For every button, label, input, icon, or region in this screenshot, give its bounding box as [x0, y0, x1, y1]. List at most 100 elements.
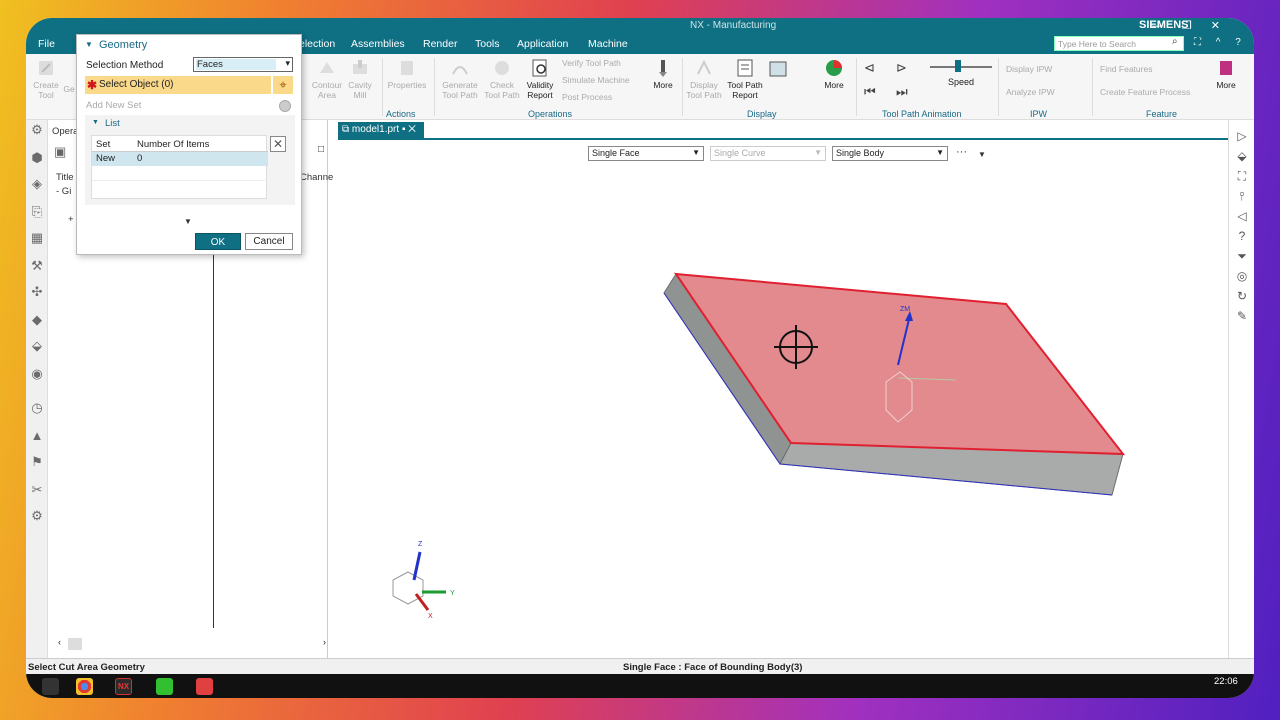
ribbon-options-icon[interactable]: ⛶ ^ ?: [1194, 37, 1247, 48]
window-controls[interactable]: — ❐ ✕: [1152, 19, 1228, 32]
generate-tool-path-button[interactable]: Generate Tool Path: [440, 58, 480, 100]
remove-set-button[interactable]: ✕: [270, 136, 286, 152]
list-title[interactable]: List: [105, 118, 120, 129]
speed-slider-handle[interactable]: [954, 60, 961, 72]
find-features-button[interactable]: Find Features: [1100, 64, 1152, 74]
navigator-root-row[interactable]: - Gi: [56, 186, 71, 197]
add-new-set-icon[interactable]: [279, 100, 291, 112]
display-ipw-button[interactable]: Display IPW: [1006, 64, 1052, 74]
menu-application[interactable]: Application: [517, 38, 568, 50]
horizontal-scrollbar[interactable]: ‹ ›: [58, 637, 326, 650]
animation-group-label[interactable]: Tool Path Animation: [882, 109, 962, 119]
tool-icon[interactable]: ⫯: [1234, 188, 1250, 204]
contour-area-button[interactable]: Contour Area: [310, 58, 344, 100]
machine-tool-icon[interactable]: ▦: [29, 230, 45, 246]
column-set[interactable]: Set: [96, 139, 110, 150]
analyze-ipw-button[interactable]: Analyze IPW: [1006, 87, 1055, 97]
menu-machine[interactable]: Machine: [588, 38, 628, 50]
play-icon[interactable]: ⊳: [896, 60, 907, 76]
fast-forward-icon[interactable]: ⏭: [896, 84, 908, 100]
settings-icon[interactable]: ⚙: [29, 122, 45, 138]
feature-navigator-icon[interactable]: ⬙: [29, 338, 45, 354]
create-feature-process-button[interactable]: Create Feature Process: [1100, 87, 1190, 97]
operations-more-button[interactable]: More: [650, 58, 676, 90]
cavity-mill-button[interactable]: Cavity Mill: [346, 58, 374, 100]
menu-assemblies[interactable]: Assemblies: [351, 38, 405, 50]
selection-method-dropdown[interactable]: Faces ▾: [193, 57, 293, 72]
nx-icon[interactable]: NX: [115, 678, 132, 695]
fit-view-icon[interactable]: ⛶: [1234, 168, 1250, 184]
navigator-view-icon[interactable]: ▣: [54, 144, 66, 160]
scroll-right-icon[interactable]: ›: [323, 637, 326, 647]
rewind-icon[interactable]: ⏮: [864, 84, 876, 100]
expand-icon[interactable]: +: [68, 214, 74, 225]
ge-button[interactable]: Ge: [62, 84, 76, 94]
expand-more-icon[interactable]: ▼: [184, 217, 192, 226]
tool-path-report-button[interactable]: Tool Path Report: [724, 58, 766, 100]
speed-slider[interactable]: [930, 66, 992, 68]
display-group-label[interactable]: Display: [747, 109, 777, 119]
play-icon[interactable]: ▷: [1234, 128, 1250, 144]
ok-button[interactable]: OK: [195, 233, 241, 250]
column-channel[interactable]: Channe: [300, 172, 333, 183]
process-icon[interactable]: ◆: [29, 312, 45, 328]
dialog-header[interactable]: ▼ Geometry: [77, 35, 301, 55]
web-browser-icon[interactable]: ◉: [29, 366, 45, 382]
back-icon[interactable]: ◁: [1234, 208, 1250, 224]
step-back-icon[interactable]: ⊲: [864, 60, 875, 76]
search-icon[interactable]: ⌕: [1172, 36, 1178, 47]
operations-group-label[interactable]: Operations: [528, 109, 572, 119]
menu-file[interactable]: File: [38, 38, 55, 50]
app-icon[interactable]: [196, 678, 213, 695]
collapse-icon[interactable]: ▼: [85, 40, 93, 49]
display-tool-path-button[interactable]: Display Tool Path: [686, 58, 722, 100]
cancel-button[interactable]: Cancel: [245, 233, 293, 250]
post-process-button[interactable]: Post Process: [562, 92, 612, 102]
palette-icon[interactable]: ▲: [29, 428, 45, 444]
menu-render[interactable]: Render: [423, 38, 457, 50]
reuse-library-icon[interactable]: ⚙: [29, 508, 45, 524]
check-tool-path-button[interactable]: Check Tool Path: [482, 58, 522, 100]
scroll-left-icon[interactable]: ‹: [58, 637, 61, 647]
hide-icon[interactable]: ◎: [1234, 268, 1250, 284]
part-navigator-icon[interactable]: ⬢: [29, 150, 45, 166]
graphics-window[interactable]: ⧉ model1.prt ▪ ✕ Single Face ▼ Single Cur…: [338, 120, 1228, 658]
selected-top-face[interactable]: [673, 272, 1126, 456]
validity-report-button[interactable]: Validity Report: [524, 58, 556, 100]
verify-tool-path-button[interactable]: Verify Tool Path: [562, 58, 621, 68]
crosshair-select-button[interactable]: ⌖: [273, 76, 293, 94]
app-icon[interactable]: [156, 678, 173, 695]
shaded-view-icon[interactable]: ⬙: [1234, 148, 1250, 164]
menu-tools[interactable]: Tools: [475, 38, 500, 50]
roles-icon[interactable]: ⚑: [29, 454, 45, 470]
highlight-icon[interactable]: ✎: [1234, 308, 1250, 324]
ipw-group-label[interactable]: IPW: [1030, 109, 1047, 119]
create-tool-button[interactable]: Create Tool: [32, 58, 60, 100]
rotate-icon[interactable]: ↻: [1234, 288, 1250, 304]
scroll-thumb[interactable]: [68, 638, 82, 650]
collapse-list-icon[interactable]: ▼: [92, 119, 99, 126]
feature-more-button[interactable]: More: [1212, 58, 1240, 90]
start-icon[interactable]: [42, 678, 59, 695]
display-options-button[interactable]: [768, 60, 788, 82]
tools-icon[interactable]: ✂: [29, 482, 45, 498]
column-title[interactable]: Title: [56, 172, 74, 183]
actions-group-label[interactable]: Actions: [386, 109, 416, 119]
history-icon[interactable]: ◷: [29, 400, 45, 416]
maximize-panel-icon[interactable]: □: [318, 144, 324, 155]
tool-library-icon[interactable]: ⚒: [29, 258, 45, 274]
column-number-of-items[interactable]: Number Of Items: [137, 139, 209, 150]
table-row[interactable]: New 0: [92, 152, 268, 166]
operation-navigator-icon[interactable]: ⎘: [29, 204, 45, 220]
simulate-machine-button[interactable]: Simulate Machine: [562, 75, 630, 85]
properties-button[interactable]: Properties: [386, 58, 428, 90]
chrome-icon[interactable]: [76, 678, 93, 695]
help-icon[interactable]: ?: [1234, 228, 1250, 244]
add-new-set-label[interactable]: Add New Set: [86, 100, 141, 111]
filter-icon[interactable]: ⏷: [1234, 248, 1250, 264]
fixture-icon[interactable]: ✣: [29, 284, 45, 300]
assembly-navigator-icon[interactable]: ◈: [29, 176, 45, 192]
feature-group-label[interactable]: Feature: [1146, 109, 1177, 119]
select-object-row[interactable]: ✱ Select Object (0): [85, 76, 271, 94]
display-more-button[interactable]: More: [820, 58, 848, 90]
